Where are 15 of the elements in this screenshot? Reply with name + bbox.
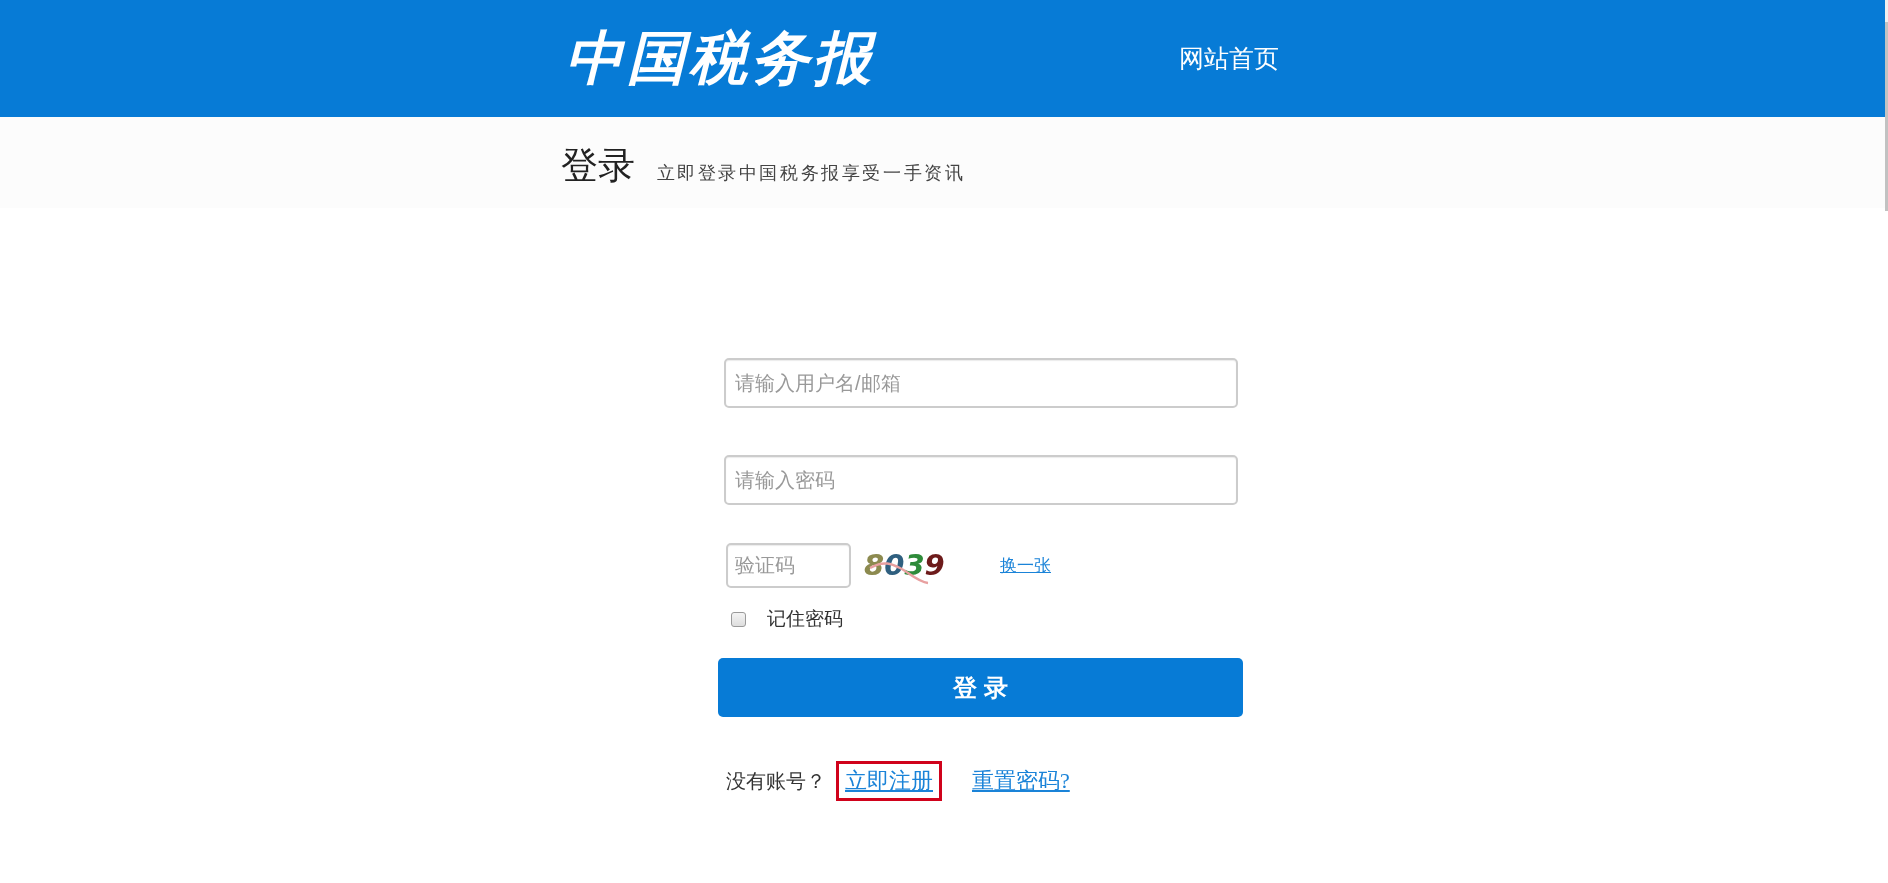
page-title: 登录 xyxy=(560,147,635,184)
logo: 中国税务报 xyxy=(563,29,875,88)
footer-link[interactable]: 立即注册 xyxy=(836,761,942,801)
remember-checkbox[interactable] xyxy=(731,611,746,627)
home-link[interactable]: 网站首页 xyxy=(1178,42,1279,75)
scrollbar[interactable] xyxy=(1885,0,1888,211)
input-field[interactable]: 请输入密码 xyxy=(724,455,1238,505)
no-account-text: 没有账号？ xyxy=(726,768,826,794)
refresh-captcha-link[interactable]: 换一张 xyxy=(1000,554,1051,577)
captcha-field[interactable]: 验证码 xyxy=(726,543,851,588)
remember-label: 记住密码 xyxy=(767,607,843,631)
page-subtitle: 立即登录中国税务报享受一手资讯 xyxy=(656,164,966,182)
input-field[interactable]: 请输入用户名/邮箱 xyxy=(724,358,1238,408)
footer-link[interactable]: 重置密码? xyxy=(972,768,1070,794)
login-button[interactable]: 登 录 xyxy=(718,658,1243,717)
